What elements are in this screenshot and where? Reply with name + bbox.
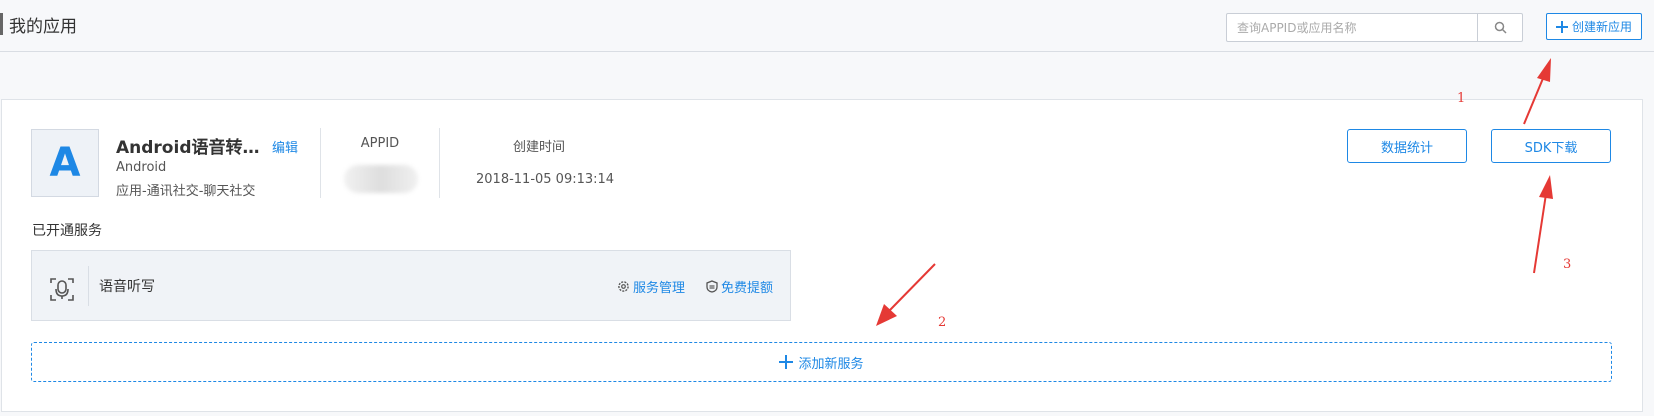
data-stats-button[interactable]: 数据统计 [1347,129,1467,163]
shield-icon [706,280,718,293]
search-box [1226,13,1523,42]
annotation-label-2: 2 [938,315,947,330]
sdk-download-button[interactable]: SDK下载 [1491,129,1611,163]
info-divider [320,128,321,198]
app-name: Android语音转… [116,138,260,158]
add-service-label: 添加新服务 [798,356,864,372]
info-divider [439,128,440,198]
create-app-label: 创建新应用 [1571,20,1632,34]
page-header: 我的应用 创建新应用 [0,0,1654,52]
app-avatar: A [31,129,99,197]
search-input[interactable] [1227,14,1477,41]
annotation-label-3: 3 [1563,257,1572,272]
appid-label: APPID [360,136,400,151]
gear-icon [618,281,629,292]
app-category: 应用-通讯社交-聊天社交 [116,184,256,199]
header-divider [0,51,1654,52]
mic-icon [50,278,74,301]
plus-icon [1555,20,1568,33]
search-icon [1494,21,1507,34]
free-quota-link[interactable]: 免费提额 [706,277,773,296]
service-name: 语音听写 [99,279,155,295]
free-quota-label: 免费提额 [721,281,774,296]
service-manage-link[interactable]: 服务管理 [617,277,685,296]
created-time-label: 创建时间 [513,140,566,155]
app-platform: Android [116,160,167,175]
plus-icon [779,355,794,369]
search-button[interactable] [1477,14,1522,41]
enabled-services-label: 已开通服务 [32,223,102,239]
create-app-button[interactable]: 创建新应用 [1546,13,1642,40]
annotation-label-1: 1 [1457,91,1466,106]
edit-app-link[interactable]: 编辑 [272,137,298,156]
page-title: 我的应用 [9,17,77,37]
appid-value-redacted [344,165,418,193]
add-service-button[interactable]: 添加新服务 [31,342,1612,382]
title-accent-bar [0,13,3,35]
created-time-value: 2018-11-05 09:13:14 [476,172,615,187]
service-manage-label: 服务管理 [633,281,686,296]
service-divider [88,266,89,306]
